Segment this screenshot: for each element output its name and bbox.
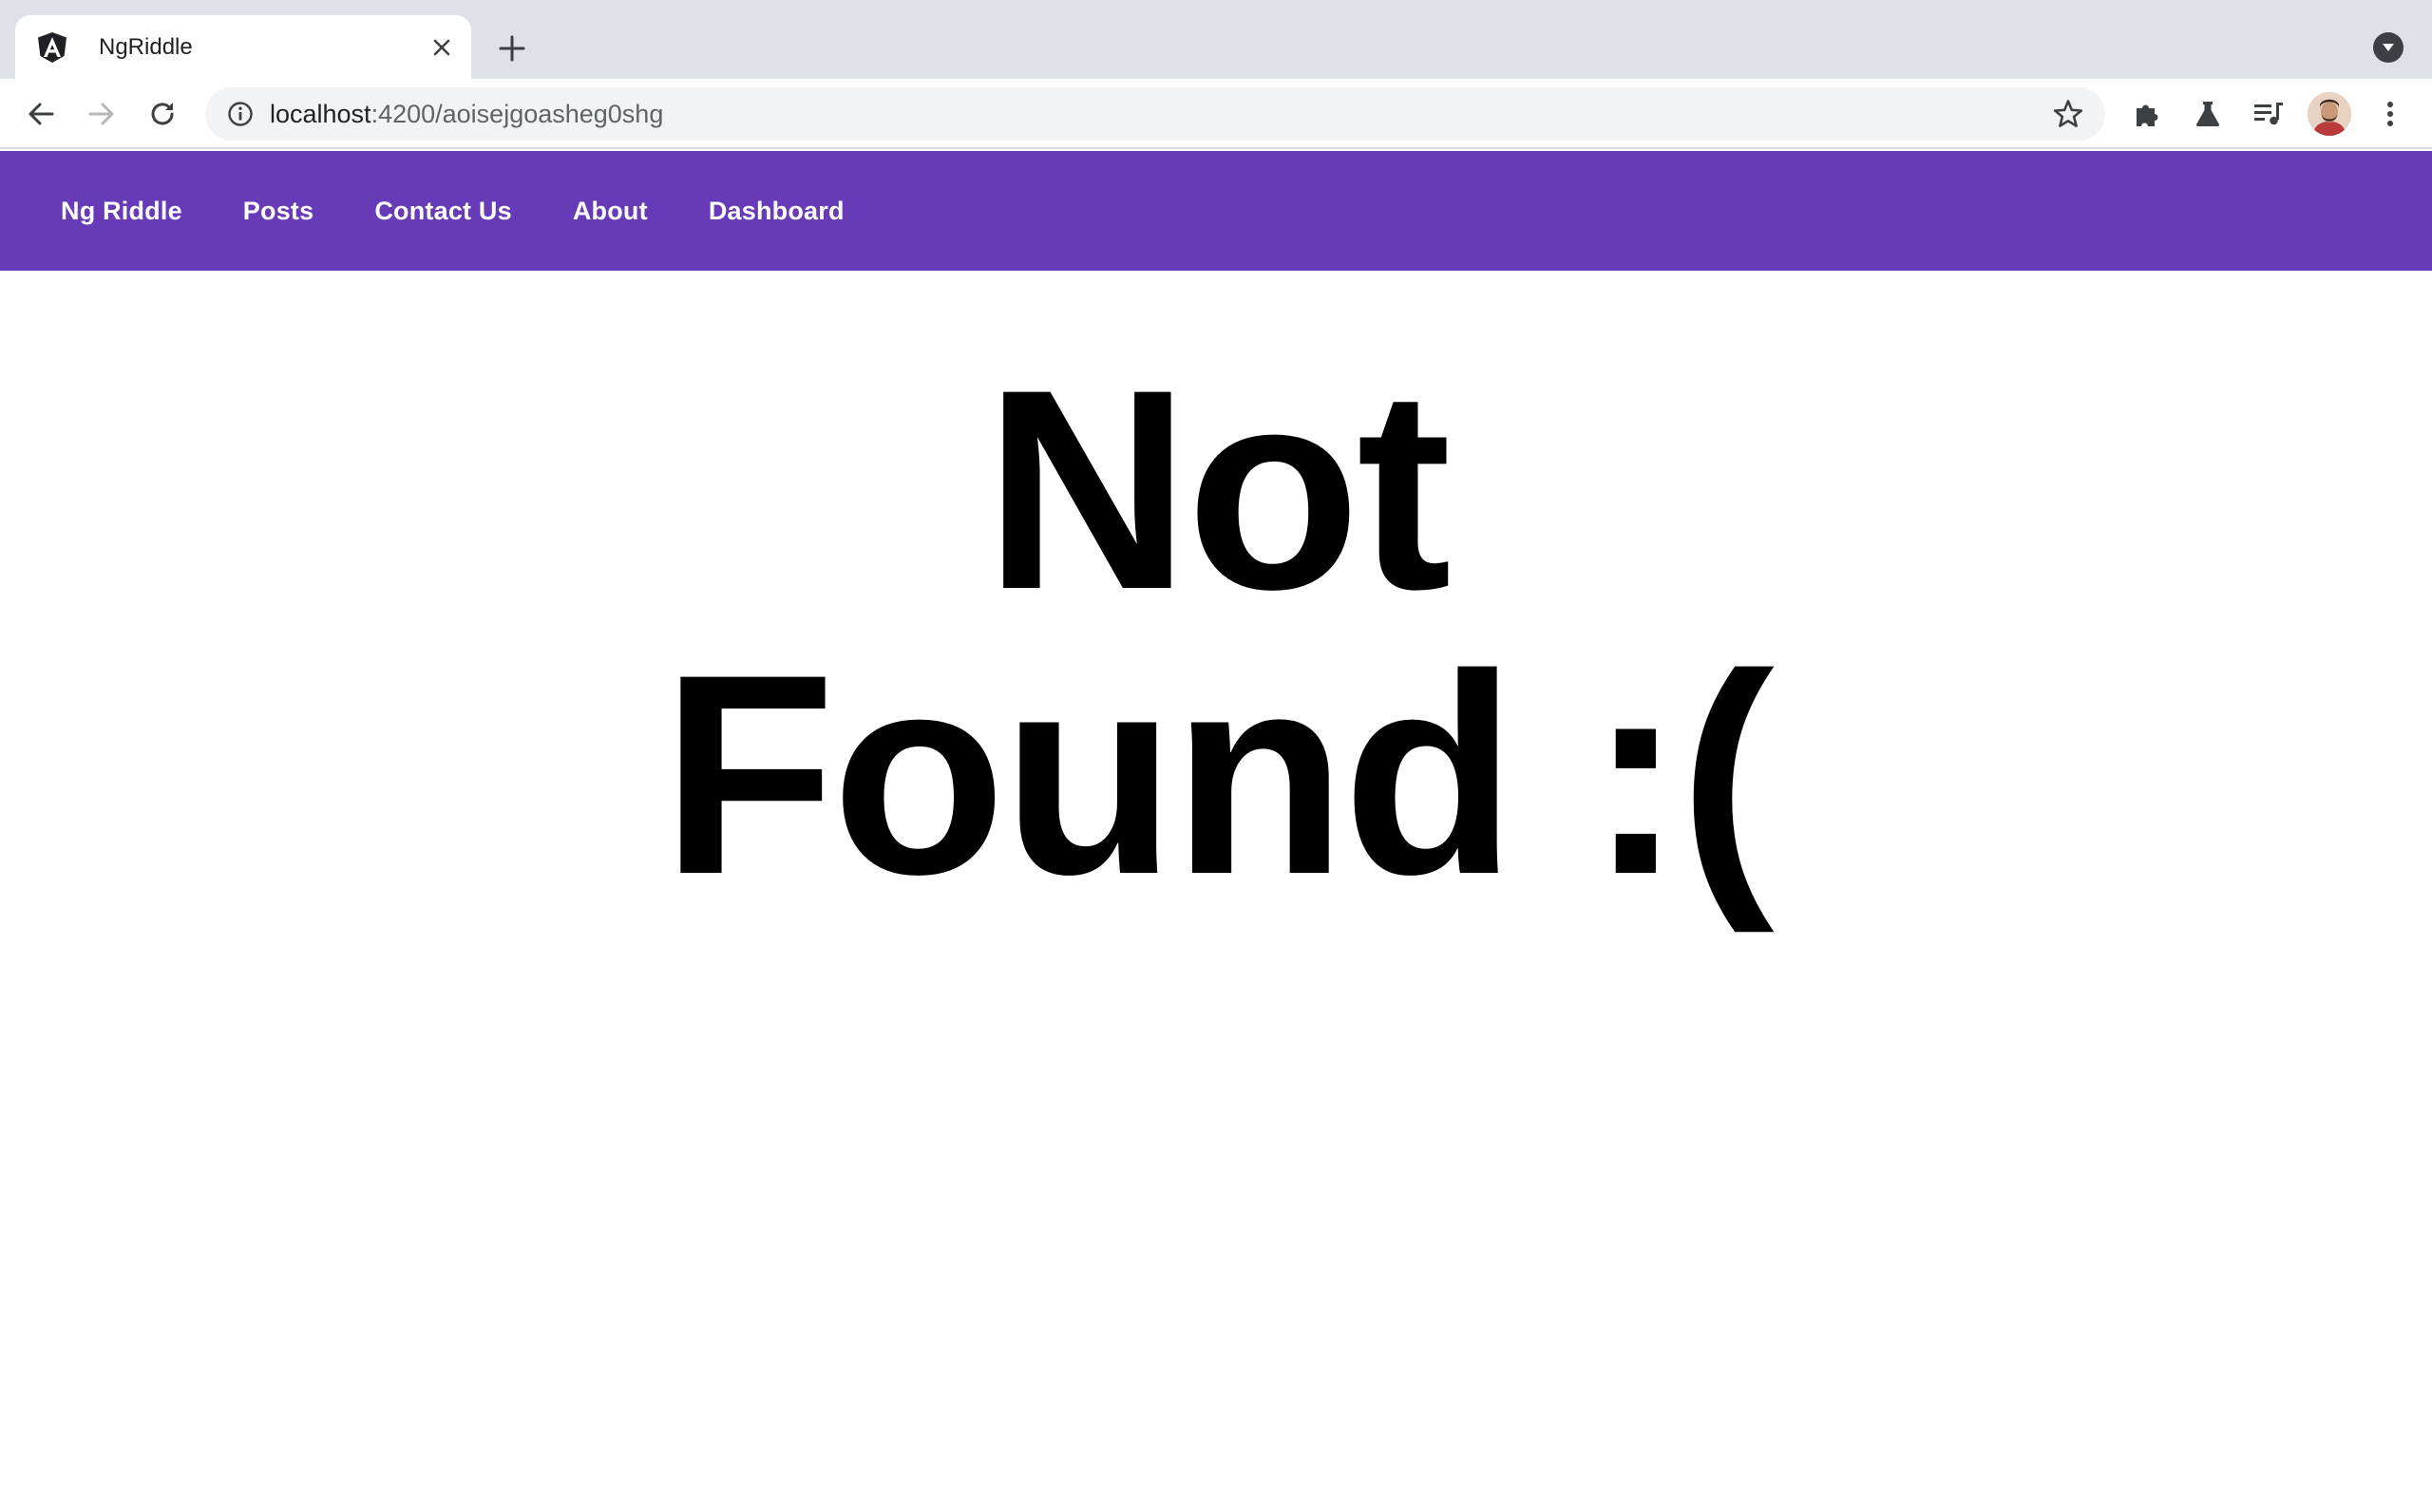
- browser-toolbar: localhost:4200/aoisejgoasheg0shg: [0, 79, 2432, 149]
- tab-search-icon[interactable]: [2373, 32, 2404, 63]
- angular-logo-icon: [38, 32, 66, 63]
- tab-title: NgRiddle: [99, 34, 193, 60]
- playlist-icon[interactable]: [2251, 96, 2287, 132]
- flask-icon[interactable]: [2190, 96, 2226, 132]
- close-tab-icon[interactable]: [426, 31, 458, 64]
- not-found-line-2: Found :(: [661, 614, 1774, 934]
- back-arrow-icon[interactable]: [23, 96, 59, 132]
- nav-brand-link[interactable]: Ng Riddle: [61, 197, 182, 226]
- forward-arrow-icon[interactable]: [84, 96, 120, 132]
- new-tab-icon[interactable]: [492, 28, 532, 68]
- address-bar[interactable]: localhost:4200/aoisejgoasheg0shg: [205, 87, 2105, 141]
- not-found-line-1: Not: [984, 330, 1452, 649]
- kebab-menu-icon[interactable]: [2372, 96, 2408, 132]
- not-found-heading: Not Found :(: [0, 347, 2432, 917]
- nav-link-posts[interactable]: Posts: [243, 197, 314, 226]
- reload-icon[interactable]: [144, 96, 180, 132]
- star-icon[interactable]: [2052, 98, 2084, 130]
- puzzle-icon[interactable]: [2129, 96, 2165, 132]
- app-navbar: Ng Riddle Posts Contact Us About Dashboa…: [0, 151, 2432, 271]
- profile-avatar[interactable]: [2308, 92, 2351, 136]
- nav-link-dashboard[interactable]: Dashboard: [709, 197, 845, 226]
- tab-strip: NgRiddle: [0, 0, 2432, 79]
- url-host: localhost: [270, 100, 371, 128]
- url-text: localhost:4200/aoisejgoasheg0shg: [270, 100, 663, 128]
- info-icon[interactable]: [226, 100, 255, 128]
- nav-link-contact-us[interactable]: Contact Us: [374, 197, 512, 226]
- url-path: :4200/aoisejgoasheg0shg: [370, 100, 664, 128]
- browser-tab[interactable]: NgRiddle: [15, 15, 471, 79]
- nav-link-about[interactable]: About: [573, 197, 648, 226]
